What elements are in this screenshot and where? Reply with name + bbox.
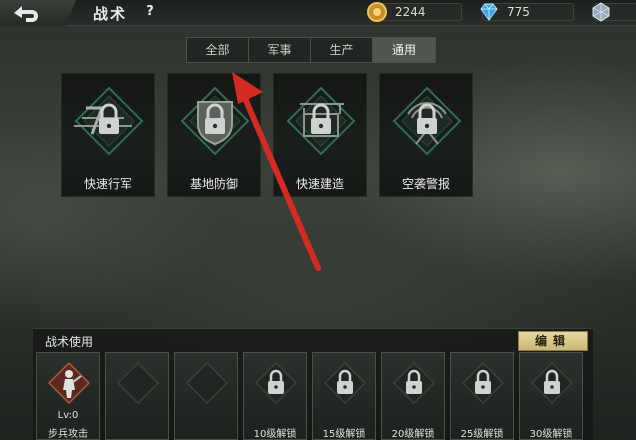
top-bar: 战术 ? 2244 775 (0, 0, 636, 26)
building-icon (286, 86, 356, 156)
category-tabs: 全部 军事 生产 通用 (186, 37, 436, 63)
tactic-label: 空袭警报 (401, 177, 450, 191)
slot-locked[interactable]: 25级解锁 (450, 352, 514, 440)
march-icon (74, 86, 144, 156)
unlock-level: 30级解锁 (529, 429, 573, 440)
lock-icon (255, 362, 297, 404)
panel-title: 战术使用 (45, 335, 94, 349)
unlock-level: 20级解锁 (391, 429, 435, 440)
diamond-counter: 775 (480, 2, 574, 22)
empty-slot-icon (117, 362, 159, 404)
diamond-icon (480, 3, 498, 21)
radar-icon (392, 86, 462, 156)
tactic-card-defense[interactable]: 基地防御 (167, 73, 261, 197)
tactic-card-march[interactable]: 快速行军 (61, 73, 155, 197)
tactic-card-air-raid[interactable]: 空袭警报 (379, 73, 473, 197)
crystal-counter (592, 2, 636, 22)
tactic-label: 快速建造 (295, 177, 344, 191)
unlock-level: 25级解锁 (460, 429, 504, 440)
gold-counter: 2244 (367, 2, 462, 22)
slot-locked[interactable]: 15级解锁 (312, 352, 376, 440)
page-title: 战术 (93, 5, 128, 23)
slot-locked[interactable]: 10级解锁 (243, 352, 307, 440)
back-arrow-icon (14, 6, 38, 22)
tactic-card-build[interactable]: 快速建造 (273, 73, 367, 197)
tab-general[interactable]: 通用 (373, 38, 435, 62)
slot-locked[interactable]: 30级解锁 (519, 352, 583, 440)
crystal-icon (592, 2, 610, 22)
unlock-level: 15级解锁 (322, 429, 366, 440)
tab-production[interactable]: 生产 (311, 38, 373, 62)
slot-infantry-attack[interactable]: Lv:0 步兵攻击 (36, 352, 100, 440)
empty-slot-icon (186, 362, 228, 404)
tab-all[interactable]: 全部 (187, 38, 249, 62)
tactic-label: 快速行军 (83, 177, 132, 191)
tactic-label: 基地防御 (189, 177, 238, 191)
shield-icon (180, 86, 250, 156)
slot-level: Lv:0 (57, 410, 79, 421)
tab-military[interactable]: 军事 (249, 38, 311, 62)
lock-icon (531, 362, 573, 404)
lock-icon (462, 362, 504, 404)
slot-empty[interactable] (105, 352, 169, 440)
soldier-icon (48, 362, 90, 404)
unlock-level: 10级解锁 (253, 429, 297, 440)
slot-name: 步兵攻击 (48, 429, 88, 440)
slot-locked[interactable]: 20级解锁 (381, 352, 445, 440)
lock-icon (393, 362, 435, 404)
slot-empty[interactable] (174, 352, 238, 440)
lock-icon (324, 362, 366, 404)
back-button[interactable] (0, 0, 76, 26)
help-button[interactable]: ? (142, 3, 158, 21)
edit-button[interactable]: 编辑 (518, 331, 588, 351)
gold-coin-icon (367, 2, 387, 22)
